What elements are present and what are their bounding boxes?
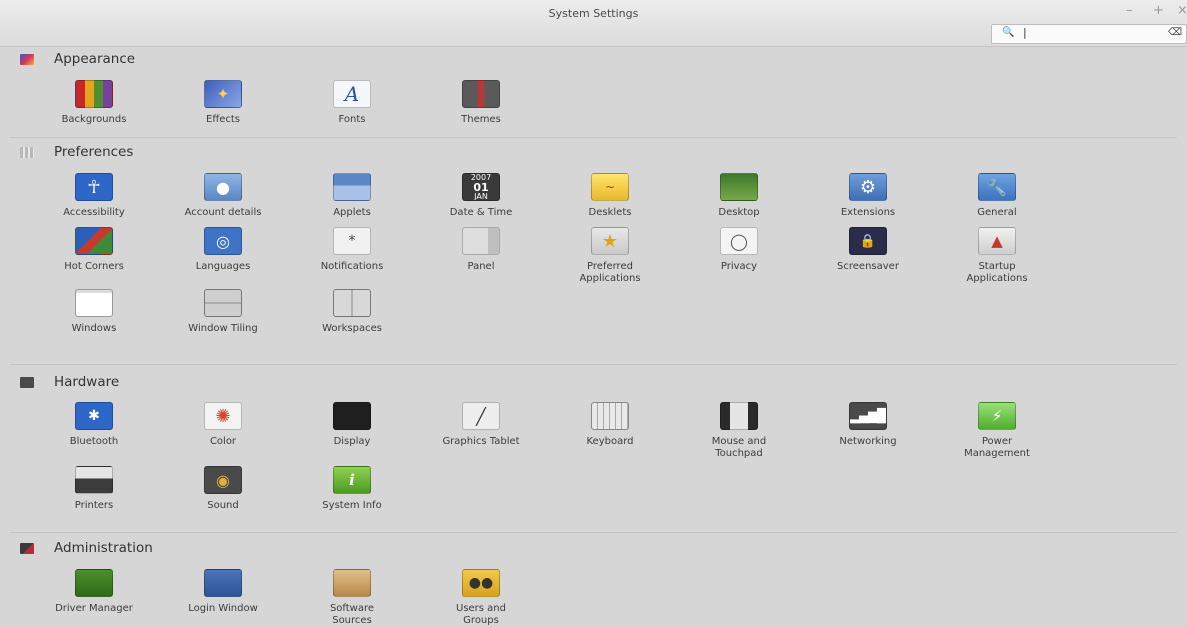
gear-icon: ⚙ bbox=[849, 173, 887, 201]
item-label: Hot Corners bbox=[64, 261, 124, 272]
item-label: Account details bbox=[184, 207, 262, 218]
item-label: Workspaces bbox=[322, 323, 382, 334]
lock-icon: 🔒 bbox=[849, 227, 887, 255]
login-window-icon bbox=[204, 569, 242, 597]
display-icon bbox=[333, 402, 371, 430]
item-label: Mouse and Touchpad bbox=[711, 436, 767, 459]
minimize-button[interactable]: – bbox=[1126, 3, 1133, 18]
item-label: General bbox=[977, 207, 1017, 218]
backgrounds-icon bbox=[75, 80, 113, 108]
window-tiling-icon bbox=[204, 289, 242, 317]
item-label: Graphics Tablet bbox=[442, 436, 520, 447]
section-title-hardware: Hardware bbox=[54, 374, 120, 390]
package-icon bbox=[333, 569, 371, 597]
section-title-preferences: Preferences bbox=[54, 144, 134, 160]
signal-icon: ▂▄▆█ bbox=[849, 402, 887, 430]
close-button[interactable]: × bbox=[1177, 3, 1187, 18]
item-label: Users and Groups bbox=[456, 603, 506, 626]
item-label: Bluetooth bbox=[69, 436, 119, 447]
item-label: Display bbox=[333, 436, 371, 447]
item-label: Login Window bbox=[188, 603, 258, 614]
maximize-button[interactable]: + bbox=[1153, 3, 1164, 18]
item-label: Screensaver bbox=[837, 261, 899, 272]
calendar-day: 01 bbox=[473, 180, 489, 194]
workspaces-icon bbox=[333, 289, 371, 317]
preferences-section-icon bbox=[20, 147, 34, 158]
keyboard-icon bbox=[591, 402, 629, 430]
item-label: Date & Time bbox=[449, 207, 513, 218]
item-label: Applets bbox=[333, 207, 371, 218]
search-input[interactable]: 🔍 | ⌫ bbox=[991, 24, 1187, 44]
item-label: Preferred Applications bbox=[579, 261, 641, 284]
account-icon: ● bbox=[204, 173, 242, 201]
search-caret: | bbox=[1023, 26, 1027, 39]
item-label: Privacy bbox=[720, 261, 758, 272]
item-label: Software Sources bbox=[329, 603, 375, 626]
item-label: Window Tiling bbox=[188, 323, 258, 334]
effects-icon: ✦ bbox=[204, 80, 242, 108]
item-label: Backgrounds bbox=[61, 114, 127, 125]
item-label: System Info bbox=[322, 500, 382, 511]
globe-icon: ◎ bbox=[204, 227, 242, 255]
item-label: Networking bbox=[839, 436, 897, 447]
panel-icon bbox=[462, 227, 500, 255]
mouse-icon bbox=[720, 402, 758, 430]
users-icon: ●● bbox=[462, 569, 500, 597]
accessibility-icon: ☥ bbox=[75, 173, 113, 201]
administration-section-icon bbox=[20, 543, 34, 554]
desklets-icon: ~ bbox=[591, 173, 629, 201]
item-label: Desktop bbox=[718, 207, 760, 218]
title-bar: System Settings – + × 🔍 | ⌫ bbox=[0, 0, 1187, 47]
info-icon: i bbox=[333, 466, 371, 494]
speaker-icon: ◉ bbox=[204, 466, 242, 494]
section-title-appearance: Appearance bbox=[54, 51, 136, 67]
themes-icon bbox=[462, 80, 500, 108]
wrench-icon: 🔧 bbox=[978, 173, 1016, 201]
item-label: Power Management bbox=[964, 436, 1030, 459]
appearance-section-icon bbox=[20, 54, 34, 65]
item-label: Driver Manager bbox=[55, 603, 133, 614]
search-icon: 🔍 bbox=[1002, 27, 1015, 38]
fonts-icon: A bbox=[333, 80, 371, 108]
item-label: Effects bbox=[206, 114, 240, 125]
privacy-icon: ◯ bbox=[720, 227, 758, 255]
item-label: Keyboard bbox=[586, 436, 634, 447]
star-icon: ★ bbox=[591, 227, 629, 255]
item-label: Printers bbox=[74, 500, 114, 511]
item-label: Sound bbox=[207, 500, 239, 511]
section-divider bbox=[10, 137, 1177, 138]
hardware-section-icon bbox=[20, 377, 34, 388]
item-label: Windows bbox=[71, 323, 117, 334]
item-label: Fonts bbox=[338, 114, 366, 125]
color-icon: ✺ bbox=[204, 402, 242, 430]
desktop-icon bbox=[720, 173, 758, 201]
item-label: Startup Applications bbox=[966, 261, 1028, 284]
battery-icon: ⚡ bbox=[978, 402, 1016, 430]
applets-icon bbox=[333, 173, 371, 201]
section-divider bbox=[10, 532, 1177, 533]
item-label: Notifications bbox=[320, 261, 384, 272]
rocket-icon: ▲ bbox=[978, 227, 1016, 255]
calendar-month: JAN bbox=[474, 191, 488, 201]
driver-icon bbox=[75, 569, 113, 597]
item-label: Themes bbox=[461, 114, 501, 125]
section-divider bbox=[10, 364, 1177, 365]
windows-icon bbox=[75, 289, 113, 317]
hot-corners-icon bbox=[75, 227, 113, 255]
printer-icon bbox=[75, 466, 113, 494]
bluetooth-icon: ✱ bbox=[75, 402, 113, 430]
section-title-administration: Administration bbox=[54, 540, 153, 556]
item-label: Accessibility bbox=[63, 207, 125, 218]
window-title: System Settings bbox=[548, 7, 639, 20]
item-label: Color bbox=[209, 436, 237, 447]
item-label: Desklets bbox=[588, 207, 632, 218]
item-label: Languages bbox=[195, 261, 251, 272]
calendar-icon: 2007 01 JAN bbox=[462, 173, 500, 201]
item-label: Panel bbox=[467, 261, 495, 272]
tablet-icon: ╱ bbox=[462, 402, 500, 430]
clear-search-icon[interactable]: ⌫ bbox=[1168, 27, 1182, 38]
notifications-icon: * bbox=[333, 227, 371, 255]
item-label: Extensions bbox=[840, 207, 896, 218]
